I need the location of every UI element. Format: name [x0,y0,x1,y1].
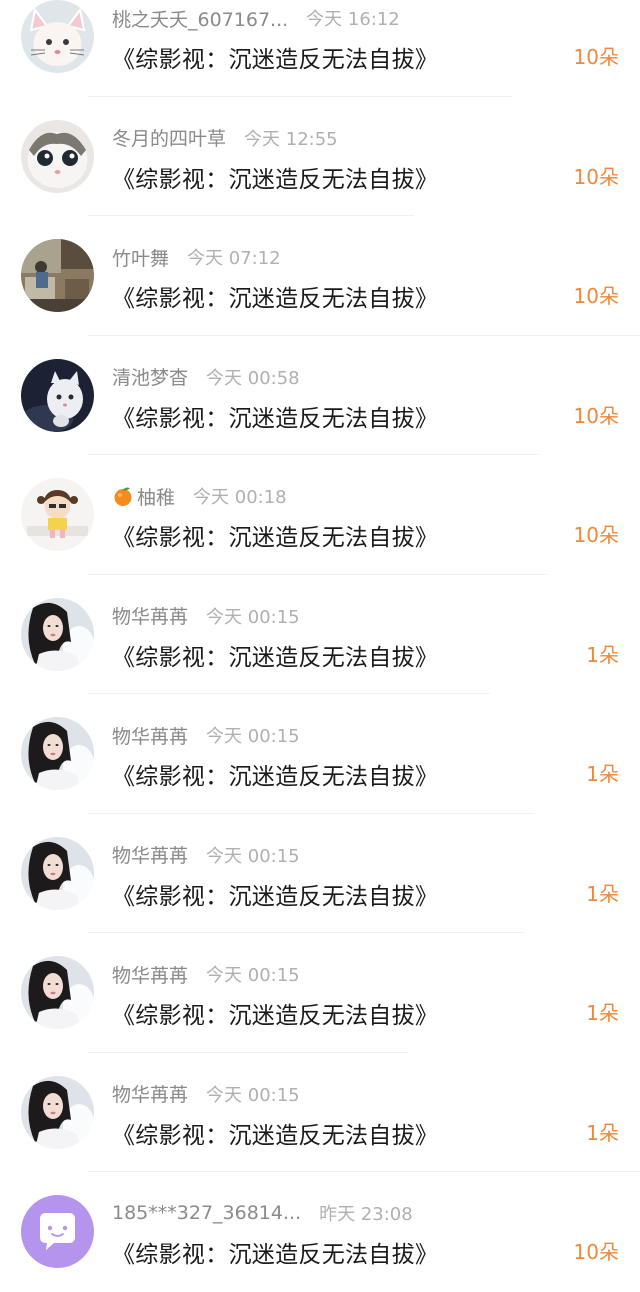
book-title[interactable]: 《综影视：沉迷造反无法自拔》 [112,1116,438,1150]
book-title[interactable]: 《综影视：沉迷造反无法自拔》 [112,40,438,74]
item-meta: 物华苒苒 今天 00:15 [112,602,300,630]
timestamp: 昨天 23:08 [319,1204,413,1225]
gift-amount: 1朵 [586,642,619,667]
username-text: 185***327_36814... [112,1202,302,1224]
avatar[interactable] [21,0,94,73]
list-item[interactable]: 柚稚 今天 00:18 《综影视：沉迷造反无法自拔》 10朵 [0,455,640,575]
book-title[interactable]: 《综影视：沉迷造反无法自拔》 [112,279,438,313]
username-text: 冬月的四叶草 [112,128,227,150]
username-text: 清池梦杳 [112,367,189,389]
avatar[interactable] [21,239,94,312]
list-item[interactable]: 冬月的四叶草 今天 12:55 《综影视：沉迷造反无法自拔》 10朵 [0,97,640,216]
item-meta: 185***327_36814... 昨天 23:08 [112,1199,413,1227]
gift-amount: 10朵 [573,1240,619,1264]
timestamp: 今天 00:15 [206,726,300,747]
username[interactable]: 物华苒苒 [112,841,188,868]
book-title[interactable]: 《综影视：沉迷造反无法自拔》 [112,757,438,791]
username[interactable]: 物华苒苒 [112,1080,188,1107]
username[interactable]: 冬月的四叶草 [112,124,226,151]
gift-record-list: 桃之夭夭_607167... 今天 16:12 《综影视：沉迷造反无法自拔》 1… [0,0,640,1292]
book-title[interactable]: 《综影视：沉迷造反无法自拔》 [112,399,438,433]
list-item[interactable]: 物华苒苒 今天 00:15 《综影视：沉迷造反无法自拔》 1朵 [0,575,640,694]
timestamp: 今天 07:12 [187,248,281,269]
gift-amount: 1朵 [586,881,619,906]
item-meta: 竹叶舞 今天 07:12 [112,243,281,271]
item-meta: 物华苒苒 今天 00:15 [112,960,300,988]
avatar[interactable] [21,119,94,193]
avatar[interactable] [21,1075,94,1149]
item-meta: 冬月的四叶草 今天 12:55 [112,124,338,152]
username-text: 物华苒苒 [112,1084,189,1106]
username[interactable]: 清池梦杳 [112,363,188,390]
gift-amount: 10朵 [573,284,619,308]
timestamp: 今天 00:15 [206,965,300,986]
username-text: 竹叶舞 [112,247,170,270]
gift-amount: 10朵 [573,164,619,189]
list-item[interactable]: 物华苒苒 今天 00:15 《综影视：沉迷造反无法自拔》 1朵 [0,1053,640,1172]
username[interactable]: 竹叶舞 [112,244,169,271]
item-meta: 物华苒苒 今天 00:15 [112,841,300,869]
username-text: 柚稚 [137,486,176,509]
list-item[interactable]: 竹叶舞 今天 07:12 《综影视：沉迷造反无法自拔》 10朵 [0,216,640,336]
list-item[interactable]: 物华苒苒 今天 00:15 《综影视：沉迷造反无法自拔》 1朵 [0,814,640,933]
gift-amount: 10朵 [573,45,619,69]
avatar[interactable] [21,358,94,432]
username[interactable]: 物华苒苒 [112,722,188,749]
gift-amount: 1朵 [586,762,619,786]
item-meta: 桃之夭夭_607167... 今天 16:12 [112,4,400,32]
book-title[interactable]: 《综影视：沉迷造反无法自拔》 [112,1235,438,1269]
timestamp: 今天 00:15 [206,1084,300,1106]
username[interactable]: 物华苒苒 [112,961,188,988]
username-text: 物华苒苒 [112,964,189,987]
username[interactable]: 185***327_36814... [112,1202,301,1224]
list-item[interactable]: 物华苒苒 今天 00:15 《综影视：沉迷造反无法自拔》 1朵 [0,933,640,1053]
username-text: 物华苒苒 [112,845,189,867]
username-text: 桃之夭夭_607167... [112,8,289,31]
username-text: 物华苒苒 [112,725,189,748]
timestamp: 今天 00:15 [206,606,300,628]
gift-amount: 10朵 [573,523,619,547]
timestamp: 今天 12:55 [244,128,338,150]
book-title[interactable]: 《综影视：沉迷造反无法自拔》 [112,638,438,672]
timestamp: 今天 00:18 [193,487,287,508]
username[interactable]: 物华苒苒 [112,602,188,629]
username-text: 物华苒苒 [112,606,189,628]
avatar[interactable] [21,1195,94,1268]
timestamp: 今天 00:58 [206,367,300,389]
list-item[interactable]: 185***327_36814... 昨天 23:08 《综影视：沉迷造反无法自… [0,1172,640,1292]
username[interactable]: 柚稚 [112,483,175,510]
avatar[interactable] [21,717,94,790]
timestamp: 今天 16:12 [306,9,400,30]
orange-icon [112,485,134,507]
item-meta: 清池梦杳 今天 00:58 [112,363,300,391]
book-title[interactable]: 《综影视：沉迷造反无法自拔》 [112,518,438,552]
avatar[interactable] [21,956,94,1029]
book-title[interactable]: 《综影视：沉迷造反无法自拔》 [112,160,438,194]
gift-amount: 1朵 [586,1001,619,1025]
gift-amount: 1朵 [586,1120,619,1145]
item-meta: 物华苒苒 今天 00:15 [112,721,300,749]
avatar[interactable] [21,836,94,910]
item-meta: 物华苒苒 今天 00:15 [112,1080,300,1108]
book-title[interactable]: 《综影视：沉迷造反无法自拔》 [112,996,438,1030]
list-item[interactable]: 物华苒苒 今天 00:15 《综影视：沉迷造反无法自拔》 1朵 [0,694,640,814]
list-item[interactable]: 桃之夭夭_607167... 今天 16:12 《综影视：沉迷造反无法自拔》 1… [0,0,640,97]
avatar[interactable] [21,597,94,671]
gift-amount: 10朵 [573,403,619,428]
item-meta: 柚稚 今天 00:18 [112,482,287,510]
book-title[interactable]: 《综影视：沉迷造反无法自拔》 [112,877,438,911]
avatar[interactable] [21,478,94,551]
username[interactable]: 桃之夭夭_607167... [112,5,288,32]
timestamp: 今天 00:15 [206,845,300,867]
list-item[interactable]: 清池梦杳 今天 00:58 《综影视：沉迷造反无法自拔》 10朵 [0,336,640,455]
